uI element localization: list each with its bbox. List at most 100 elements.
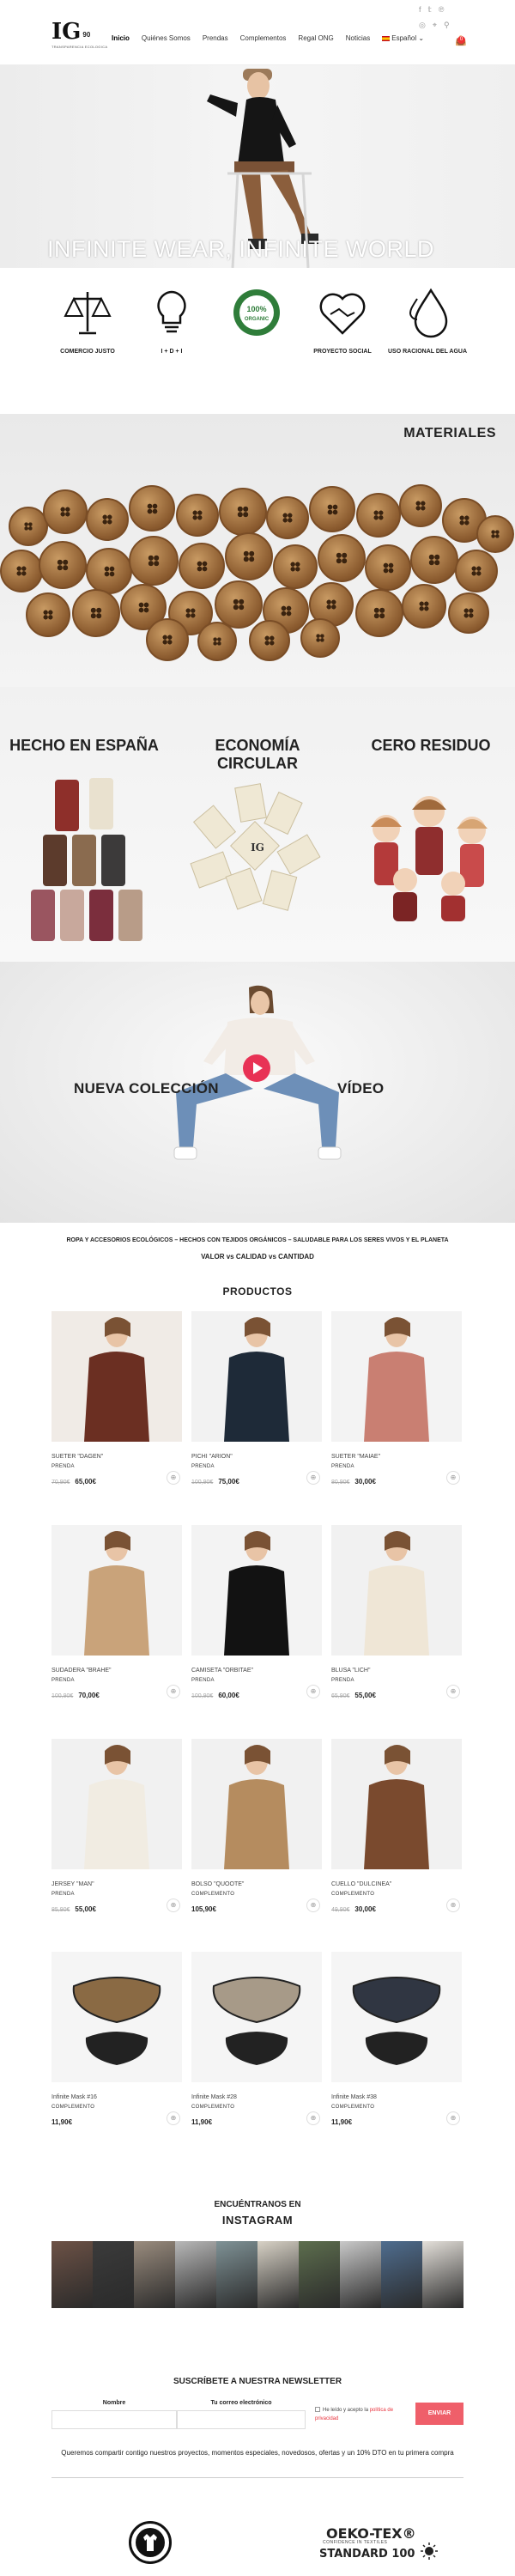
- product-image[interactable]: [52, 1739, 182, 1869]
- twitter-icon[interactable]: 𝕥: [428, 5, 432, 15]
- product-card[interactable]: Infinite Mask #28 COMPLEMENTO 11,90€ ⊕: [191, 1952, 322, 2126]
- hero-title: INFINITE WEAR, INFINITE WORLD: [47, 236, 434, 262]
- product-image[interactable]: [331, 1311, 462, 1442]
- instagram-post[interactable]: [340, 2241, 381, 2308]
- add-to-cart-icon[interactable]: ⊕: [167, 1899, 180, 1912]
- product-image[interactable]: [191, 1952, 322, 2082]
- add-to-cart-icon[interactable]: ⊕: [446, 1685, 460, 1698]
- product-name[interactable]: BLUSA "LICH": [331, 1668, 462, 1674]
- product-card[interactable]: SUETER "MAIAE" PRENDA 80,90€ 30,00€ ⊕: [331, 1311, 462, 1485]
- nav-item-inicio[interactable]: Inicio: [112, 34, 130, 42]
- product-card[interactable]: BLUSA "LICH" PRENDA 65,90€ 55,00€ ⊕: [331, 1525, 462, 1699]
- facebook-icon[interactable]: f: [419, 5, 421, 15]
- site-logo[interactable]: IG 90 TRANSPARENCIA ECOLOGICA: [52, 19, 108, 53]
- product-image[interactable]: [52, 1525, 182, 1656]
- product-prices: 11,90€: [52, 2118, 182, 2126]
- wooden-button: [0, 550, 43, 592]
- product-name[interactable]: SUETER "DAGEN": [52, 1454, 182, 1460]
- instagram-post[interactable]: [299, 2241, 340, 2308]
- product-name[interactable]: SUETER "MAIAE": [331, 1454, 462, 1460]
- email-input[interactable]: [177, 2410, 306, 2429]
- product-price: 60,00€: [218, 1692, 239, 1699]
- product-card[interactable]: CUELLO "DULCINEA" COMPLEMENTO 49,90€ 30,00€…: [331, 1739, 462, 1913]
- product-category: PRENDA: [52, 1464, 75, 1469]
- product-name[interactable]: PICHI "ARION": [191, 1454, 322, 1460]
- play-button[interactable]: [243, 1054, 270, 1082]
- add-to-cart-icon[interactable]: ⊕: [446, 1471, 460, 1485]
- search-icon[interactable]: ⚲: [444, 21, 450, 30]
- add-to-cart-icon[interactable]: ⊕: [306, 1899, 320, 1912]
- nav-item-quienes-somos[interactable]: Quiénes Somos: [142, 34, 191, 42]
- product-prices: 49,90€ 30,00€: [331, 1905, 462, 1913]
- privacy-checkbox[interactable]: [315, 2407, 320, 2412]
- privacy-consent[interactable]: He leído y acepto la política de privaci…: [315, 2406, 418, 2423]
- product-image[interactable]: [191, 1525, 322, 1656]
- product-category: COMPLEMENTO: [331, 2105, 375, 2110]
- nav-item-regal-ong[interactable]: Regal ONG: [298, 34, 333, 42]
- product-card[interactable]: SUETER "DAGEN" PRENDA 70,90€ 65,00€ ⊕: [52, 1311, 182, 1485]
- add-to-cart-icon[interactable]: ⊕: [446, 1899, 460, 1912]
- instagram-post[interactable]: [175, 2241, 216, 2308]
- product-category: COMPLEMENTO: [52, 2105, 95, 2110]
- product-name[interactable]: Infinite Mask #28: [191, 2094, 322, 2100]
- instagram-post[interactable]: [52, 2241, 93, 2308]
- product-name[interactable]: JERSEY "MAN": [52, 1881, 182, 1887]
- product-category: COMPLEMENTO: [191, 1892, 235, 1897]
- product-card[interactable]: JERSEY "MAN" PRENDA 85,90€ 55,00€ ⊕: [52, 1739, 182, 1913]
- product-name[interactable]: Infinite Mask #16: [52, 2094, 182, 2100]
- pinterest-icon[interactable]: ℗: [439, 5, 445, 15]
- nav-item-complementos[interactable]: Complementos: [240, 34, 287, 42]
- add-to-cart-icon[interactable]: ⊕: [167, 1471, 180, 1485]
- send-button[interactable]: ENVIAR: [415, 2403, 464, 2425]
- instagram-post[interactable]: [134, 2241, 175, 2308]
- add-to-cart-icon[interactable]: ⊕: [446, 2111, 460, 2125]
- instagram-post[interactable]: [216, 2241, 258, 2308]
- product-name[interactable]: CAMISETA "ORBITAE": [191, 1668, 322, 1674]
- instagram-post[interactable]: [422, 2241, 464, 2308]
- product-old-price: 80,90€: [331, 1479, 350, 1485]
- product-image[interactable]: [52, 1311, 182, 1442]
- social-links: f 𝕥 ℗: [419, 5, 444, 15]
- product-image[interactable]: [331, 1952, 462, 2082]
- name-input[interactable]: [52, 2410, 177, 2429]
- product-card[interactable]: Infinite Mask #38 COMPLEMENTO 11,90€ ⊕: [331, 1952, 462, 2126]
- product-card[interactable]: CAMISETA "ORBITAE" PRENDA 100,90€ 60,00€ ⊕: [191, 1525, 322, 1699]
- product-image[interactable]: [191, 1311, 322, 1442]
- instagram-post[interactable]: [258, 2241, 299, 2308]
- main-nav: Inicio Quiénes Somos Prendas Complemento…: [112, 34, 424, 42]
- nav-item-prendas[interactable]: Prendas: [203, 34, 228, 42]
- add-to-cart-icon[interactable]: ⊕: [306, 2111, 320, 2125]
- product-name[interactable]: CUELLO "DULCINEA": [331, 1881, 462, 1887]
- add-to-cart-icon[interactable]: ⊕: [306, 1471, 320, 1485]
- tagline-line-1: ROPA Y ACCESORIOS ECOLÓGICOS – HECHOS CO…: [66, 1237, 449, 1243]
- product-image[interactable]: [52, 1952, 182, 2082]
- wooden-button: [26, 592, 70, 637]
- location-icon[interactable]: ⌖: [433, 21, 437, 30]
- product-name[interactable]: SUDADERA "BRAHE": [52, 1668, 182, 1674]
- cart-count-badge: 0: [457, 36, 465, 44]
- wooden-button: [318, 534, 366, 582]
- product-name[interactable]: Infinite Mask #38: [331, 2094, 462, 2100]
- nav-item-noticias[interactable]: Noticias: [346, 34, 370, 42]
- product-image[interactable]: [331, 1525, 462, 1656]
- instagram-post[interactable]: [381, 2241, 422, 2308]
- product-category: PRENDA: [191, 1678, 215, 1683]
- product-image[interactable]: [331, 1739, 462, 1869]
- product-name[interactable]: BOLSO "QUOOTE": [191, 1881, 322, 1887]
- instagram-post[interactable]: [93, 2241, 134, 2308]
- instagram-icon[interactable]: ◎: [419, 21, 426, 30]
- add-to-cart-icon[interactable]: ⊕: [167, 1685, 180, 1698]
- product-card[interactable]: PICHI "ARION" PRENDA 100,90€ 75,00€ ⊕: [191, 1311, 322, 1485]
- wooden-button: [39, 541, 87, 589]
- language-selector[interactable]: Español ⌄: [382, 34, 424, 42]
- product-card[interactable]: BOLSO "QUOOTE" COMPLEMENTO 105,90€ ⊕: [191, 1739, 322, 1913]
- product-image[interactable]: [191, 1739, 322, 1869]
- product-card[interactable]: Infinite Mask #16 COMPLEMENTO 11,90€ ⊕: [52, 1952, 182, 2126]
- wooden-button: [249, 620, 290, 661]
- add-to-cart-icon[interactable]: ⊕: [167, 2111, 180, 2125]
- add-to-cart-icon[interactable]: ⊕: [306, 1685, 320, 1698]
- footer-divider: [52, 2477, 464, 2478]
- product-card[interactable]: SUDADERA "BRAHE" PRENDA 100,90€ 70,00€ ⊕: [52, 1525, 182, 1699]
- product-prices: 85,90€ 55,00€: [52, 1905, 182, 1913]
- product-prices: 11,90€: [331, 2118, 462, 2126]
